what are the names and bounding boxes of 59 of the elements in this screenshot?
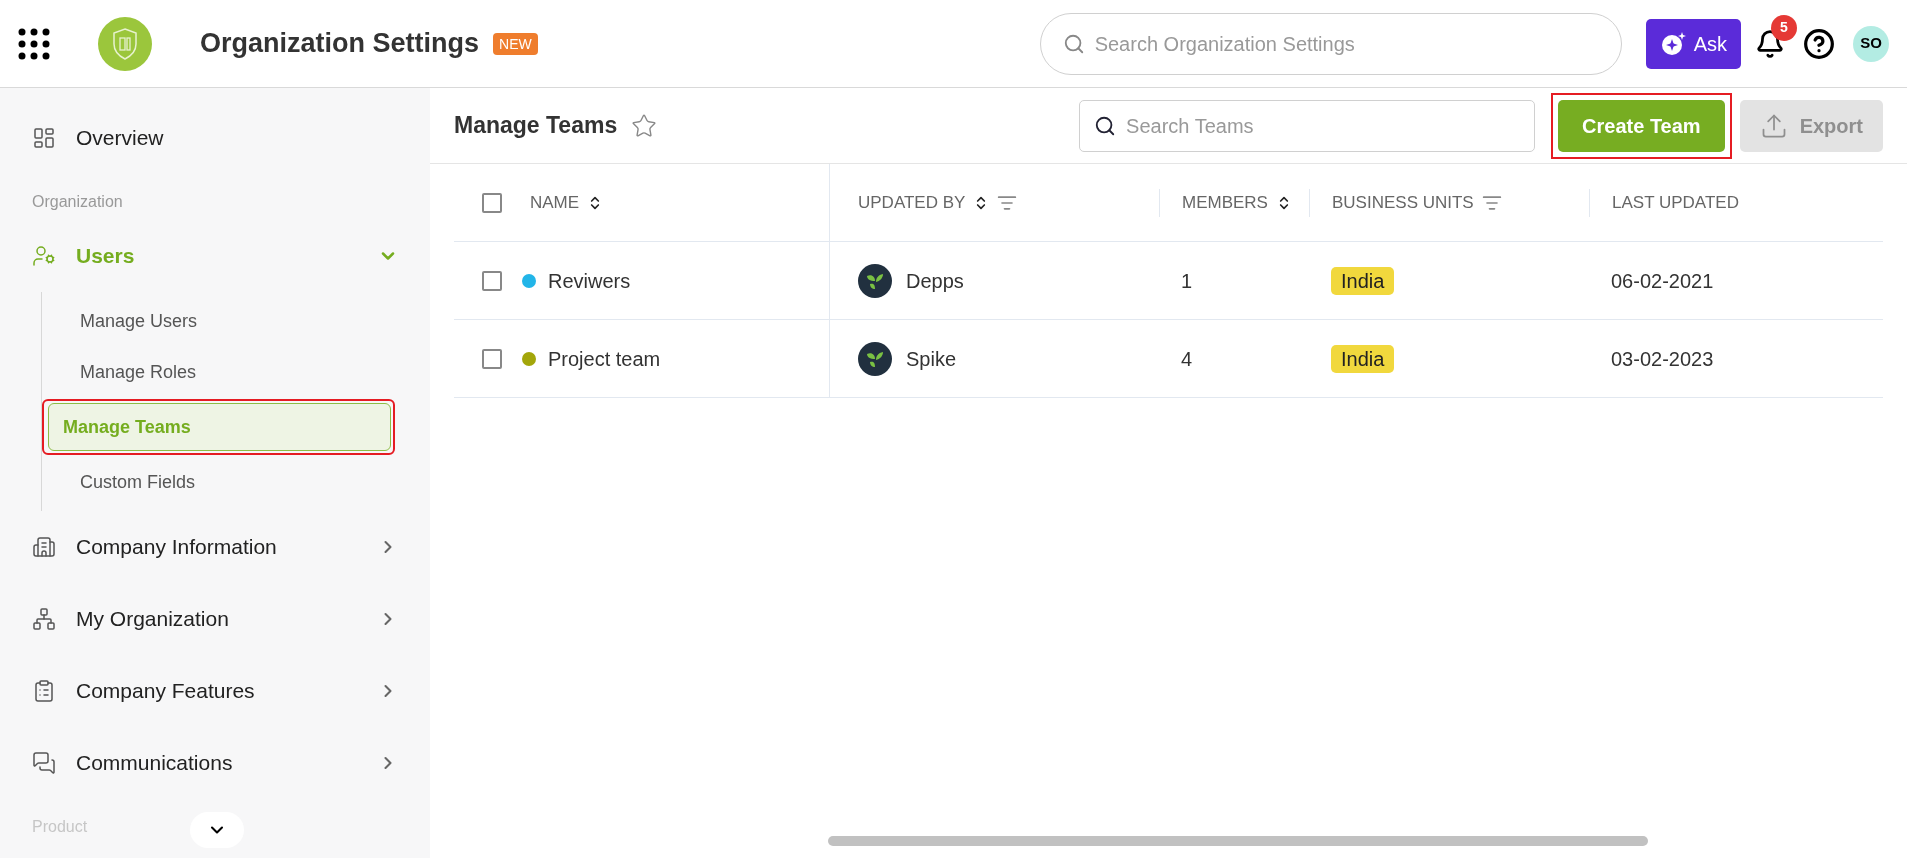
team-name: Project team	[548, 346, 661, 372]
nav-label: Communications	[76, 750, 233, 777]
column-header: MEMBERS	[1182, 191, 1268, 214]
scroll-down-button[interactable]	[190, 812, 244, 848]
last-updated-date: 06-02-2021	[1611, 269, 1714, 292]
search-field[interactable]: Search Organization Settings	[1094, 28, 1599, 59]
team-name: Reviwers	[548, 268, 631, 294]
members-count: 1	[1181, 269, 1193, 292]
notification-count: 5	[1771, 14, 1797, 41]
nav-item[interactable]: Company Information	[0, 511, 430, 583]
nav-item[interactable]: My Organization	[0, 583, 430, 655]
user-avatar[interactable]: SO	[1853, 25, 1889, 62]
building-icon	[32, 535, 56, 559]
star-icon[interactable]	[631, 112, 658, 139]
logo-icon	[98, 16, 152, 71]
sparkle-icon	[1659, 30, 1686, 57]
help-icon[interactable]	[1803, 27, 1835, 60]
updated-by-name: Spike	[906, 346, 957, 372]
search-field[interactable]: Search Teams	[1126, 110, 1521, 141]
column-header: UPDATED BY	[858, 191, 966, 214]
column-header: LAST UPDATED	[1612, 191, 1739, 214]
section-title: Manage Teams	[454, 111, 618, 141]
nav-label: Overview	[76, 125, 164, 152]
subnav-item[interactable]: Custom Fields	[64, 458, 395, 506]
subnav-item[interactable]: Manage Roles	[64, 348, 395, 396]
user-avatar-icon	[858, 341, 892, 376]
page-title: Organization Settings	[200, 27, 480, 61]
select-all-checkbox[interactable]	[482, 192, 502, 213]
user-gear-icon	[32, 244, 56, 268]
subnav-item[interactable]: Manage Users	[64, 297, 395, 345]
search-field[interactable]: Search Teams	[1079, 99, 1536, 152]
new-badge: NEW	[493, 32, 538, 55]
user-avatar-icon	[858, 263, 892, 298]
dashboard-icon	[32, 126, 56, 150]
nav-item[interactable]: Communications	[0, 727, 430, 799]
nav-label: My Organization	[76, 606, 229, 633]
chat-bubbles-icon	[32, 751, 56, 775]
nav-item[interactable]: Company Features	[0, 655, 430, 727]
column-header: BUSINESS UNITS	[1332, 191, 1474, 214]
members-count: 4	[1181, 347, 1193, 370]
ask-button[interactable]: Ask	[1645, 18, 1741, 69]
updated-by-name: Depps	[906, 268, 964, 294]
hierarchy-icon	[32, 607, 56, 631]
section-label: Organization	[32, 192, 123, 212]
row-checkbox[interactable]	[482, 270, 502, 291]
scrollbar[interactable]	[828, 836, 1648, 846]
app-grid-icon[interactable]	[18, 27, 50, 60]
business-unit-tag: India	[1331, 344, 1395, 373]
row-checkbox[interactable]	[482, 348, 502, 369]
search-icon	[1062, 32, 1085, 55]
nav-item[interactable]: Overview	[0, 102, 430, 174]
nav-label: Company Information	[76, 534, 277, 561]
export-button: Export	[1739, 99, 1883, 152]
last-updated-date: 03-02-2023	[1611, 347, 1714, 370]
column-header: NAME	[530, 191, 580, 214]
nav-label: Users	[76, 243, 135, 270]
business-unit-tag: India	[1331, 266, 1395, 295]
search-icon	[1094, 114, 1117, 137]
nav-label: Company Features	[76, 678, 255, 705]
